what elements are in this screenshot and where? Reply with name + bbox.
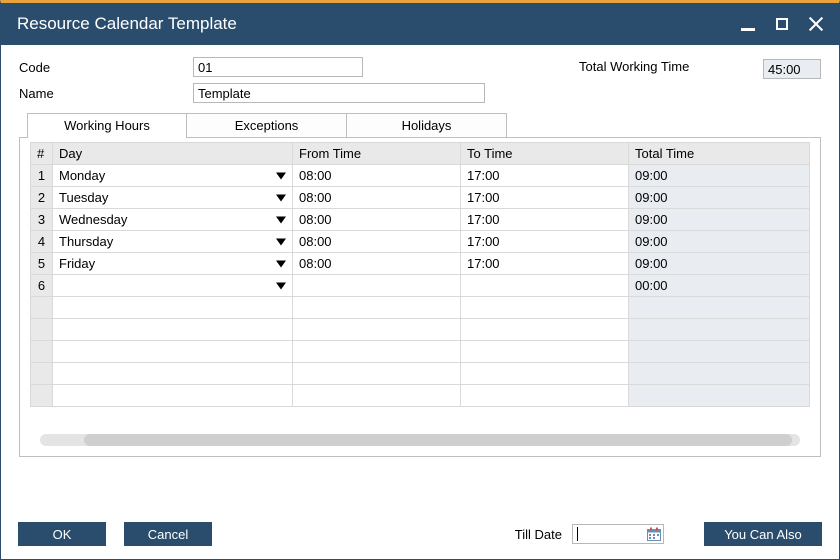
till-date-label: Till Date: [515, 527, 562, 542]
tab-panel: # Day From Time To Time Total Time 1Mond…: [19, 137, 821, 457]
chevron-down-icon[interactable]: [276, 260, 286, 267]
total-time-cell: 00:00: [629, 275, 810, 297]
to-time-cell[interactable]: [461, 275, 629, 297]
from-time-cell[interactable]: 08:00: [293, 209, 461, 231]
col-header-from[interactable]: From Time: [293, 143, 461, 165]
total-time-cell: 09:00: [629, 231, 810, 253]
from-time-cell[interactable]: 08:00: [293, 231, 461, 253]
from-time-cell[interactable]: [293, 275, 461, 297]
table-row[interactable]: 2Tuesday08:0017:0009:00: [31, 187, 810, 209]
table-row-empty: [31, 341, 810, 363]
table-row-empty: [31, 363, 810, 385]
maximize-button[interactable]: [773, 15, 791, 33]
titlebar[interactable]: Resource Calendar Template: [1, 3, 839, 45]
row-number: 1: [31, 165, 53, 187]
to-time-cell[interactable]: 17:00: [461, 187, 629, 209]
col-header-to[interactable]: To Time: [461, 143, 629, 165]
row-number: 5: [31, 253, 53, 275]
code-label: Code: [19, 60, 193, 75]
to-time-cell[interactable]: 17:00: [461, 253, 629, 275]
total-working-time-value: [763, 59, 821, 79]
day-cell[interactable]: Wednesday: [53, 209, 293, 231]
tab-exceptions[interactable]: Exceptions: [187, 113, 347, 137]
chevron-down-icon[interactable]: [276, 282, 286, 289]
table-row-empty: [31, 385, 810, 407]
code-input[interactable]: [193, 57, 363, 77]
table-row[interactable]: 3Wednesday08:0017:0009:00: [31, 209, 810, 231]
window-title: Resource Calendar Template: [17, 14, 237, 34]
name-input[interactable]: [193, 83, 485, 103]
till-date-input[interactable]: [572, 524, 664, 544]
footer: OK Cancel Till Date You Can Also: [0, 522, 840, 546]
calendar-icon[interactable]: [647, 527, 661, 541]
total-time-cell: 09:00: [629, 165, 810, 187]
day-cell[interactable]: Tuesday: [53, 187, 293, 209]
row-number: 3: [31, 209, 53, 231]
table-row[interactable]: 5Friday08:0017:0009:00: [31, 253, 810, 275]
table-row[interactable]: 6 00:00: [31, 275, 810, 297]
row-number: 6: [31, 275, 53, 297]
day-cell[interactable]: [53, 275, 293, 297]
day-cell[interactable]: Monday: [53, 165, 293, 187]
working-hours-grid: # Day From Time To Time Total Time 1Mond…: [30, 142, 810, 407]
chevron-down-icon[interactable]: [276, 172, 286, 179]
chevron-down-icon[interactable]: [276, 194, 286, 201]
horizontal-scrollbar[interactable]: [40, 434, 800, 446]
tab-holidays[interactable]: Holidays: [347, 113, 507, 137]
row-number: 2: [31, 187, 53, 209]
row-number: 4: [31, 231, 53, 253]
you-can-also-button[interactable]: You Can Also: [704, 522, 822, 546]
to-time-cell[interactable]: 17:00: [461, 165, 629, 187]
form-area: Code Name Total Working Time: [1, 45, 839, 107]
total-time-cell: 09:00: [629, 209, 810, 231]
from-time-cell[interactable]: 08:00: [293, 187, 461, 209]
chevron-down-icon[interactable]: [276, 238, 286, 245]
col-header-total[interactable]: Total Time: [629, 143, 810, 165]
from-time-cell[interactable]: 08:00: [293, 165, 461, 187]
col-header-day[interactable]: Day: [53, 143, 293, 165]
minimize-button[interactable]: [739, 15, 757, 33]
close-button[interactable]: [807, 15, 825, 33]
total-working-time-label: Total Working Time: [579, 59, 753, 74]
day-cell[interactable]: Thursday: [53, 231, 293, 253]
name-label: Name: [19, 86, 193, 101]
chevron-down-icon[interactable]: [276, 216, 286, 223]
tabs: Working Hours Exceptions Holidays: [27, 113, 821, 137]
total-time-cell: 09:00: [629, 253, 810, 275]
total-time-cell: 09:00: [629, 187, 810, 209]
to-time-cell[interactable]: 17:00: [461, 231, 629, 253]
tab-working-hours[interactable]: Working Hours: [27, 113, 187, 138]
table-row[interactable]: 1Monday08:0017:0009:00: [31, 165, 810, 187]
table-row-empty: [31, 297, 810, 319]
cancel-button[interactable]: Cancel: [124, 522, 212, 546]
day-cell[interactable]: Friday: [53, 253, 293, 275]
ok-button[interactable]: OK: [18, 522, 106, 546]
table-row-empty: [31, 319, 810, 341]
col-header-num[interactable]: #: [31, 143, 53, 165]
window-buttons: [739, 15, 825, 33]
table-row[interactable]: 4Thursday08:0017:0009:00: [31, 231, 810, 253]
from-time-cell[interactable]: 08:00: [293, 253, 461, 275]
to-time-cell[interactable]: 17:00: [461, 209, 629, 231]
